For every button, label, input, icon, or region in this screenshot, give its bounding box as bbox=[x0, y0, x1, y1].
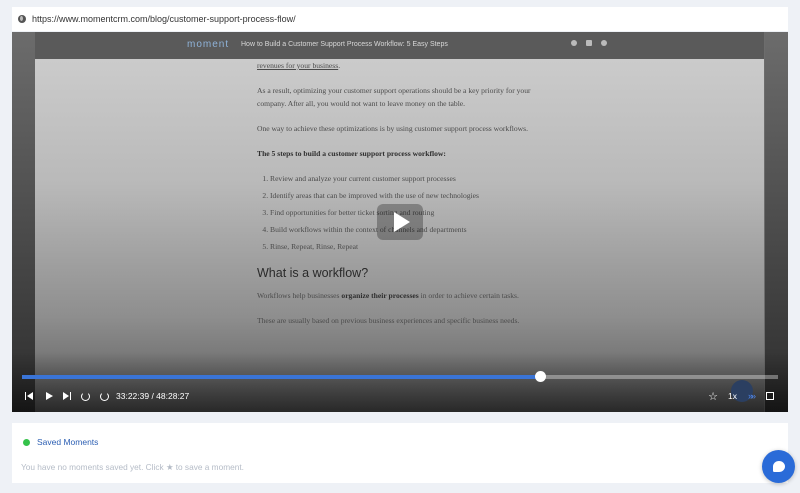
steps-heading: The 5 steps to build a customer support … bbox=[257, 149, 446, 158]
fast-forward-icon[interactable]: »» bbox=[744, 388, 758, 404]
playback-speed[interactable]: 1x bbox=[728, 391, 737, 401]
skip-back-icon[interactable] bbox=[23, 388, 35, 404]
globe-icon bbox=[18, 15, 26, 23]
skip-forward-icon[interactable] bbox=[61, 388, 73, 404]
play-icon[interactable] bbox=[43, 388, 55, 404]
fullscreen-icon[interactable] bbox=[764, 388, 776, 404]
address-bar[interactable]: https://www.momentcrm.com/blog/customer-… bbox=[12, 7, 788, 31]
article-paragraph: One way to achieve these optimizations i… bbox=[257, 124, 529, 133]
rss-icon bbox=[601, 40, 607, 46]
rewind-icon[interactable] bbox=[79, 388, 91, 404]
chat-icon bbox=[772, 461, 785, 472]
chat-button[interactable] bbox=[762, 450, 795, 483]
article-paragraph: Workflows help businesses organize their… bbox=[257, 291, 519, 300]
saved-moments-header: Saved Moments bbox=[23, 437, 98, 447]
list-item: Review and analyze your current customer… bbox=[270, 172, 547, 185]
forward-icon[interactable] bbox=[98, 388, 110, 404]
progress-handle[interactable] bbox=[534, 371, 546, 382]
list-item: Identify areas that can be improved with… bbox=[270, 189, 547, 202]
timecode: 33:22:39 / 48:28:27 bbox=[116, 391, 190, 401]
saved-moments-panel: Saved Moments You have no moments saved … bbox=[12, 423, 788, 483]
twitter-icon bbox=[586, 40, 592, 46]
section-heading: What is a workflow? bbox=[257, 266, 369, 280]
video-player[interactable]: moment How to Build a Customer Support P… bbox=[12, 32, 788, 412]
article-link: revenues for your business bbox=[257, 61, 339, 70]
social-links bbox=[571, 40, 607, 46]
site-header: moment How to Build a Customer Support P… bbox=[35, 32, 764, 59]
article-body: revenues for your business. As a result,… bbox=[257, 59, 547, 339]
article-paragraph: These are usually based on previous busi… bbox=[257, 316, 520, 325]
article-paragraph: As a result, optimizing your customer su… bbox=[257, 86, 531, 108]
status-dot-icon bbox=[23, 438, 30, 446]
empty-state-text: You have no moments saved yet. Click ★ t… bbox=[21, 462, 244, 472]
progress-bar[interactable] bbox=[22, 371, 778, 382]
info-icon bbox=[571, 40, 577, 46]
progress-fill bbox=[22, 375, 540, 379]
star-icon[interactable]: ☆ bbox=[707, 388, 719, 404]
header-title: How to Build a Customer Support Process … bbox=[241, 41, 448, 48]
player-controls: 33:22:39 / 48:28:27 ☆ 1x »» bbox=[12, 388, 788, 404]
url-text: https://www.momentcrm.com/blog/customer-… bbox=[32, 14, 296, 24]
site-logo: moment bbox=[187, 39, 230, 50]
saved-moments-title: Saved Moments bbox=[37, 437, 99, 447]
big-play-button[interactable] bbox=[377, 204, 423, 240]
list-item: Rinse, Repeat, Rinse, Repeat bbox=[270, 240, 547, 253]
